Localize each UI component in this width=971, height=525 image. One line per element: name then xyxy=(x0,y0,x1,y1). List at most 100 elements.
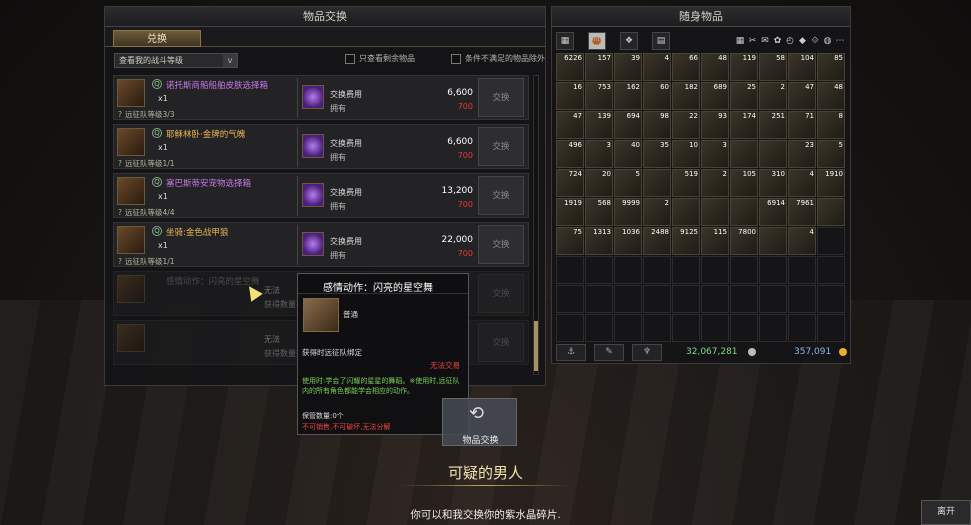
scroll-thumb[interactable] xyxy=(534,321,538,371)
inventory-slot[interactable]: 3 xyxy=(701,140,729,168)
inventory-slot[interactable] xyxy=(817,256,845,284)
inventory-filter-icon[interactable]: ⋯ xyxy=(834,35,846,47)
magnify-icon[interactable]: Q xyxy=(152,79,162,89)
inventory-filter-icon[interactable]: ◍ xyxy=(822,35,834,47)
inventory-slot[interactable]: 157 xyxy=(585,53,613,81)
inventory-slot[interactable]: 22 xyxy=(672,111,700,139)
inventory-slot[interactable] xyxy=(817,285,845,313)
inventory-slot[interactable]: 58 xyxy=(759,53,787,81)
inventory-slot[interactable]: 2 xyxy=(759,82,787,110)
inventory-slot[interactable]: 519 xyxy=(672,169,700,197)
inventory-slot[interactable]: 75 xyxy=(556,227,584,255)
inventory-slot[interactable] xyxy=(701,314,729,342)
chevron-down-icon[interactable]: v xyxy=(223,54,237,67)
inventory-slot[interactable]: 115 xyxy=(701,227,729,255)
inventory-slot[interactable]: 6914 xyxy=(759,198,787,226)
inventory-slot[interactable]: 60 xyxy=(643,82,671,110)
inventory-slot[interactable]: 174 xyxy=(730,111,758,139)
inventory-slot[interactable] xyxy=(730,140,758,168)
inventory-slot[interactable]: 724 xyxy=(556,169,584,197)
inventory-slot[interactable] xyxy=(759,140,787,168)
inventory-filter-icon[interactable]: ◴ xyxy=(784,35,796,47)
inventory-slot[interactable] xyxy=(614,314,642,342)
inventory-slot[interactable] xyxy=(672,314,700,342)
inventory-slot[interactable] xyxy=(730,314,758,342)
exchange-button[interactable]: 交换 xyxy=(478,127,524,166)
inventory-slot[interactable] xyxy=(788,314,816,342)
inventory-slot[interactable]: 9999 xyxy=(614,198,642,226)
inventory-slot[interactable]: 10 xyxy=(672,140,700,168)
leave-button[interactable]: 离开 xyxy=(921,500,971,525)
inventory-slot[interactable]: 3 xyxy=(585,140,613,168)
inventory-slot[interactable]: 568 xyxy=(585,198,613,226)
remaining-only-checkbox[interactable] xyxy=(345,54,355,64)
inventory-slot[interactable]: 9125 xyxy=(672,227,700,255)
inventory-slot[interactable]: 694 xyxy=(614,111,642,139)
inventory-slot[interactable] xyxy=(614,256,642,284)
inventory-slot[interactable] xyxy=(701,285,729,313)
inventory-slot[interactable]: 182 xyxy=(672,82,700,110)
exchange-button[interactable]: 交换 xyxy=(478,176,524,215)
inventory-slot[interactable]: 2 xyxy=(643,198,671,226)
inventory-slot[interactable]: 39 xyxy=(614,53,642,81)
inventory-slot[interactable] xyxy=(730,285,758,313)
inventory-slot[interactable] xyxy=(701,256,729,284)
inventory-slot[interactable]: 496 xyxy=(556,140,584,168)
inventory-slot[interactable] xyxy=(585,314,613,342)
inventory-slot[interactable]: 7800 xyxy=(730,227,758,255)
inventory-slot[interactable]: 1919 xyxy=(556,198,584,226)
inventory-slot[interactable] xyxy=(730,256,758,284)
inventory-slot[interactable] xyxy=(643,285,671,313)
inventory-slot[interactable]: 310 xyxy=(759,169,787,197)
inventory-slot[interactable] xyxy=(672,285,700,313)
inventory-slot[interactable]: 47 xyxy=(788,82,816,110)
inventory-slot[interactable] xyxy=(556,256,584,284)
inventory-slot[interactable]: 6226 xyxy=(556,53,584,81)
inventory-slot[interactable]: 16 xyxy=(556,82,584,110)
exchange-scrollbar[interactable] xyxy=(533,75,539,375)
inventory-slot[interactable] xyxy=(788,256,816,284)
inventory-slot[interactable]: 251 xyxy=(759,111,787,139)
inventory-action-button[interactable]: ♆ xyxy=(632,344,662,361)
inventory-tab[interactable]: ❖ xyxy=(620,32,638,50)
inventory-action-button[interactable]: ✎ xyxy=(594,344,624,361)
inventory-slot[interactable]: 7961 xyxy=(788,198,816,226)
inventory-filter-icon[interactable]: ▦ xyxy=(734,35,746,47)
inventory-slot[interactable]: 162 xyxy=(614,82,642,110)
inventory-slot[interactable]: 47 xyxy=(556,111,584,139)
inventory-slot[interactable] xyxy=(585,256,613,284)
inventory-slot[interactable]: 105 xyxy=(730,169,758,197)
inventory-slot[interactable]: 48 xyxy=(701,53,729,81)
inventory-slot[interactable] xyxy=(788,285,816,313)
inventory-action-button[interactable]: ⚓ xyxy=(556,344,586,361)
inventory-slot[interactable] xyxy=(643,169,671,197)
exchange-button[interactable]: 交换 xyxy=(478,274,524,313)
inventory-slot[interactable]: 2488 xyxy=(643,227,671,255)
inventory-filter-icon[interactable]: ⟐ xyxy=(809,35,821,47)
inventory-slot[interactable] xyxy=(817,227,845,255)
inventory-slot[interactable] xyxy=(672,256,700,284)
inventory-slot[interactable]: 139 xyxy=(585,111,613,139)
inventory-slot[interactable]: 1313 xyxy=(585,227,613,255)
inventory-slot[interactable]: 35 xyxy=(643,140,671,168)
inventory-slot[interactable] xyxy=(730,198,758,226)
inventory-slot[interactable] xyxy=(759,256,787,284)
inventory-filter-icon[interactable]: ◆ xyxy=(797,35,809,47)
item-exchange-button[interactable]: ⟲ 物品交换 xyxy=(442,398,517,446)
inventory-slot[interactable] xyxy=(759,314,787,342)
exchange-button[interactable]: 交换 xyxy=(478,323,524,362)
inventory-slot[interactable] xyxy=(672,198,700,226)
exchange-button[interactable]: 交换 xyxy=(478,78,524,117)
inventory-tab[interactable]: 👜 xyxy=(588,32,606,50)
magnify-icon[interactable]: Q xyxy=(152,177,162,187)
inventory-slot[interactable] xyxy=(556,314,584,342)
inventory-filter-icon[interactable]: ✂ xyxy=(747,35,759,47)
inventory-slot[interactable]: 104 xyxy=(788,53,816,81)
inventory-slot[interactable]: 1910 xyxy=(817,169,845,197)
inventory-slot[interactable] xyxy=(643,314,671,342)
inventory-tab[interactable]: ▦ xyxy=(556,32,574,50)
inventory-slot[interactable] xyxy=(643,256,671,284)
inventory-slot[interactable] xyxy=(701,198,729,226)
inventory-slot[interactable] xyxy=(759,285,787,313)
inventory-slot[interactable]: 40 xyxy=(614,140,642,168)
